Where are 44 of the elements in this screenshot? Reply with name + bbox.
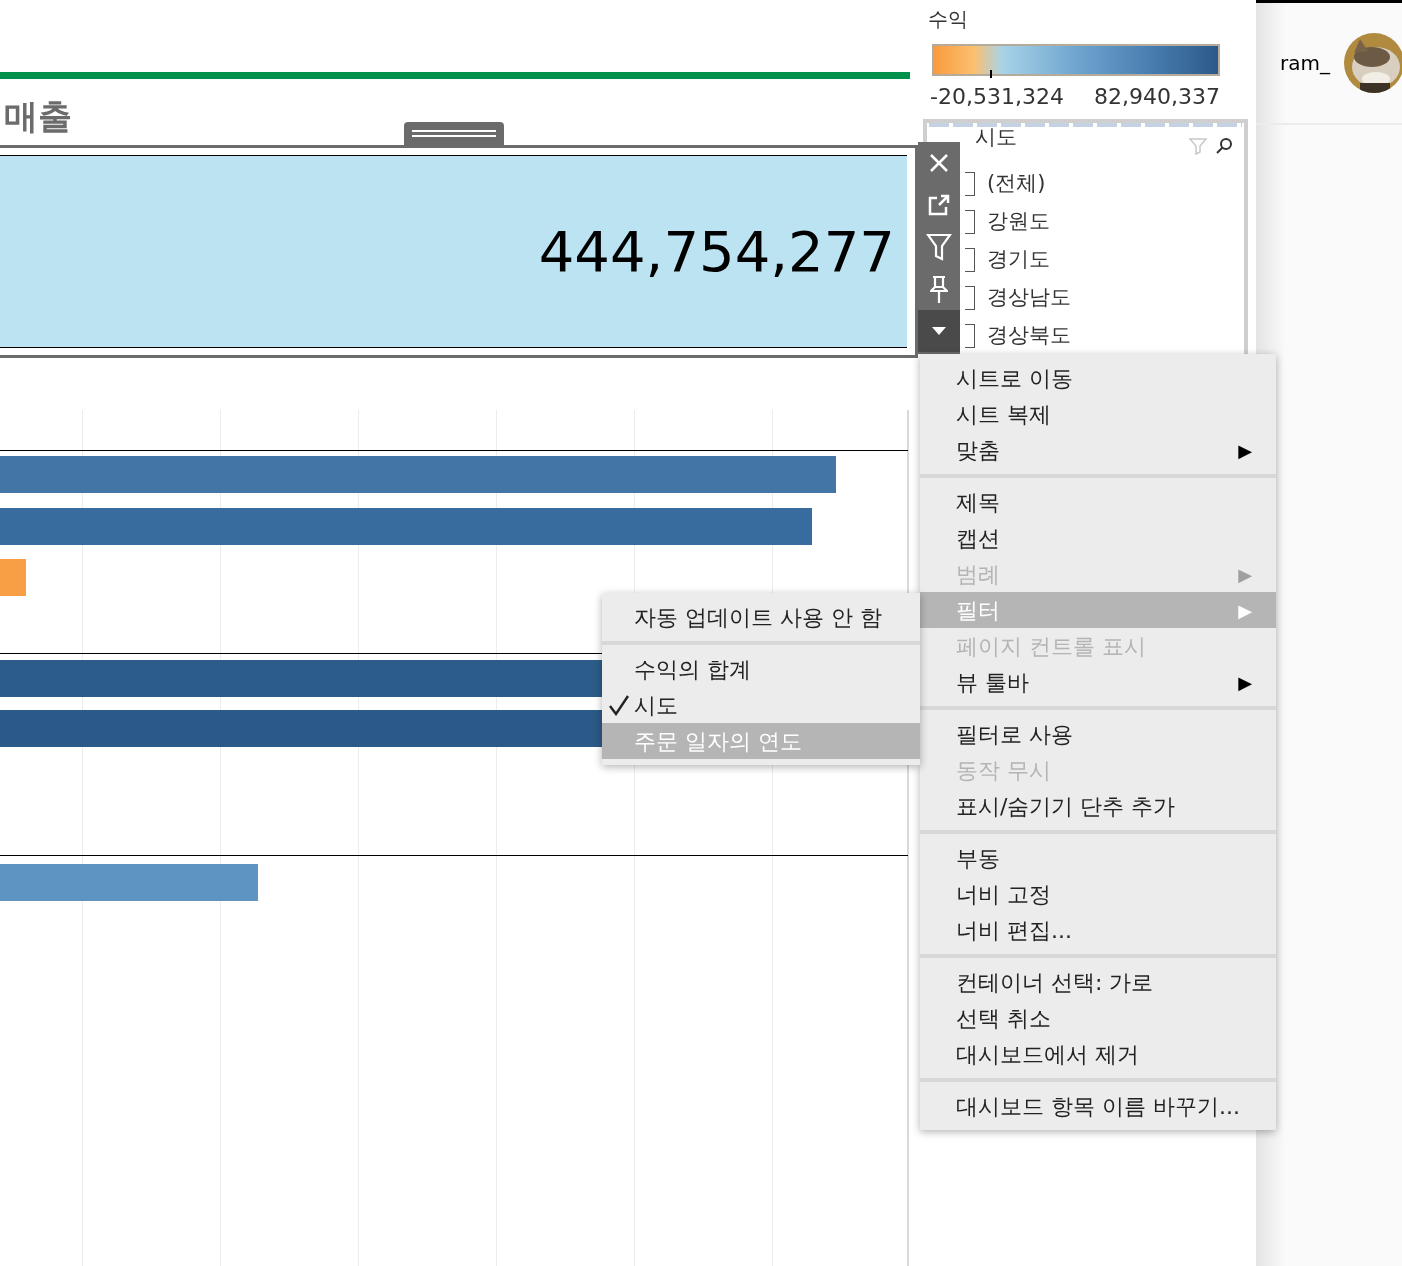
menu-item[interactable]: 컨테이너 선택: 가로: [920, 964, 1276, 1000]
external-link-icon[interactable]: [927, 193, 951, 217]
menu-item[interactable]: 너비 고정: [920, 876, 1276, 912]
kpi-value: 444,754,277: [538, 217, 895, 286]
menu-item[interactable]: 수익의 합계: [602, 651, 920, 687]
legend-min: -20,531,324: [930, 83, 1064, 111]
menu-item[interactable]: 캡션: [920, 520, 1276, 556]
user-name: ram_: [1280, 50, 1330, 77]
menu-item[interactable]: 선택 취소: [920, 1000, 1276, 1036]
dashboard-title: 매출: [4, 99, 72, 133]
menu-item[interactable]: 맞춤 ▶: [920, 432, 1276, 468]
menu-item[interactable]: 시트로 이동: [920, 360, 1276, 396]
checkbox[interactable]: [965, 324, 975, 348]
filter-icon[interactable]: [926, 233, 952, 261]
legend-max: 82,940,337: [1094, 83, 1220, 111]
menu-item[interactable]: 필터로 사용: [920, 716, 1276, 752]
dropdown-button[interactable]: [918, 310, 960, 352]
filter-option[interactable]: 강원도: [987, 206, 1050, 238]
checkbox[interactable]: [965, 210, 975, 234]
menu-item[interactable]: 대시보드 항목 이름 바꾸기...: [920, 1088, 1276, 1124]
close-icon[interactable]: [928, 152, 950, 174]
pin-icon[interactable]: [930, 275, 948, 303]
menu-item[interactable]: 대시보드에서 제거: [920, 1036, 1276, 1072]
filter-option[interactable]: 경기도: [987, 244, 1050, 276]
menu-item[interactable]: 제목: [920, 484, 1276, 520]
filter-option[interactable]: (전체): [987, 168, 1046, 200]
menu-item[interactable]: 뷰 툴바 ▶: [920, 664, 1276, 700]
filter-option[interactable]: 경상북도: [987, 320, 1071, 352]
menu-item[interactable]: 시도: [602, 687, 920, 723]
menu-item[interactable]: 부동: [920, 840, 1276, 876]
checkbox[interactable]: [965, 248, 975, 272]
checkbox[interactable]: [965, 172, 975, 196]
menu-item[interactable]: 표시/숨기기 단추 추가: [920, 788, 1276, 824]
search-icon[interactable]: [1214, 136, 1234, 156]
legend-title: 수익: [928, 6, 969, 33]
checkbox[interactable]: [965, 286, 975, 310]
check-icon: [608, 694, 630, 716]
drag-handle[interactable]: [404, 122, 504, 145]
menu-item[interactable]: 시트 복제: [920, 396, 1276, 432]
filter-option[interactable]: 경상남도: [987, 282, 1071, 314]
menu-item[interactable]: 너비 편집...: [920, 912, 1276, 948]
menu-item[interactable]: 자동 업데이트 사용 안 함: [602, 599, 920, 635]
filter-title: 시도: [975, 127, 1017, 152]
caret-icon: [932, 327, 946, 335]
